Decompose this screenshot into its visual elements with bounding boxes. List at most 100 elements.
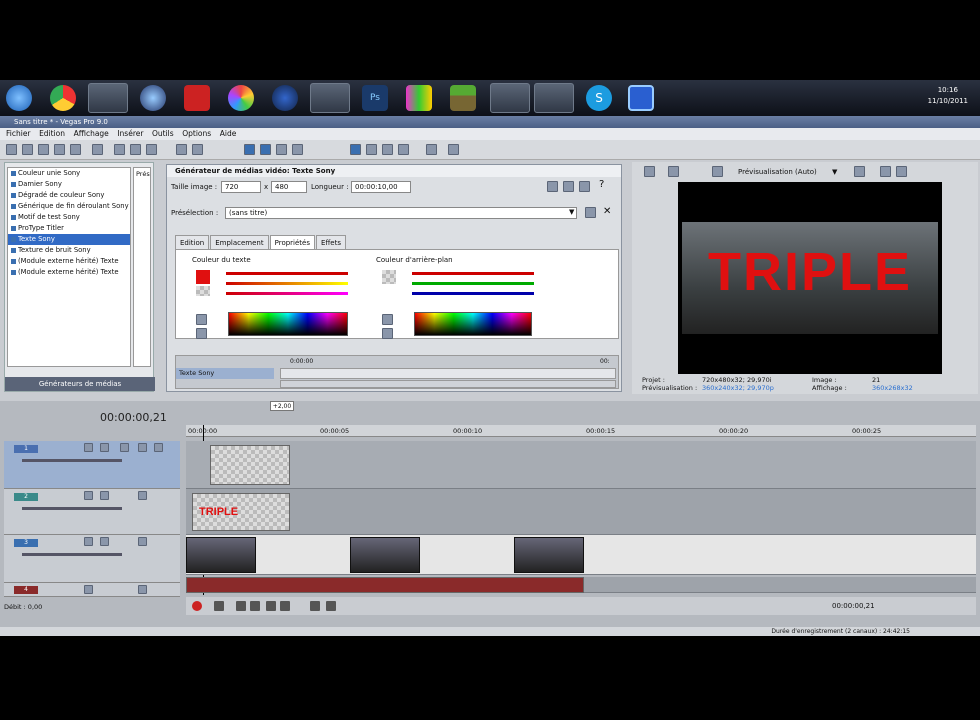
frame-height-field[interactable]: 480 — [271, 181, 307, 193]
menu-fichier[interactable]: Fichier — [6, 129, 31, 138]
zoom-tool-icon[interactable] — [292, 144, 303, 155]
opacity-slider[interactable] — [22, 507, 122, 510]
opacity-slider[interactable] — [22, 553, 122, 556]
frame-width-field[interactable]: 720 — [221, 181, 261, 193]
timeline-clip-empty[interactable] — [210, 445, 290, 485]
opacity-slider[interactable] — [22, 459, 122, 462]
fx-icon[interactable] — [138, 491, 147, 500]
mute-icon[interactable] — [84, 585, 93, 594]
mute-icon[interactable] — [84, 491, 93, 500]
system-clock[interactable]: 10:16 11/10/2011 — [928, 85, 968, 107]
text-color-swatch[interactable] — [196, 270, 210, 284]
chevron-down-icon[interactable]: ▼ — [832, 168, 837, 176]
start-orb-icon[interactable] — [6, 85, 32, 111]
fx-icon[interactable] — [138, 585, 147, 594]
pause-icon[interactable] — [266, 601, 276, 611]
loop-icon[interactable] — [214, 601, 224, 611]
help-icon[interactable]: ? — [599, 179, 604, 190]
menu-edition[interactable]: Edition — [39, 129, 65, 138]
folder-button[interactable] — [490, 83, 530, 113]
plugin-item-selected[interactable]: Texte Sony — [8, 234, 130, 245]
close-icon[interactable]: ✕ — [603, 206, 611, 217]
menu-outils[interactable]: Outils — [152, 129, 174, 138]
track-lane-video-3[interactable] — [186, 535, 976, 575]
render-icon[interactable] — [70, 144, 81, 155]
chrome-icon[interactable] — [50, 85, 76, 111]
minecraft-icon[interactable] — [450, 85, 476, 111]
copy-icon[interactable] — [130, 144, 141, 155]
lock-envelopes-icon[interactable] — [382, 144, 393, 155]
tetris-icon[interactable] — [406, 85, 432, 111]
play-from-start-icon[interactable] — [236, 601, 246, 611]
track-header-video-3[interactable]: 3 — [4, 535, 180, 583]
help-icon[interactable] — [448, 144, 459, 155]
network-button[interactable] — [534, 83, 574, 113]
go-end-icon[interactable] — [326, 601, 336, 611]
preview-screen[interactable]: TRIPLE — [678, 182, 942, 374]
track-header-video-1[interactable]: 1 — [4, 441, 180, 489]
split-screen-icon[interactable] — [712, 166, 723, 177]
keyframe-lane[interactable] — [280, 368, 616, 379]
firefox-icon[interactable] — [272, 85, 298, 111]
paste-icon[interactable] — [146, 144, 157, 155]
plugin-item[interactable]: ProType Titler — [8, 223, 130, 234]
eyedropper-icon[interactable] — [196, 328, 207, 339]
bg-green-slider[interactable] — [412, 282, 534, 285]
copy-snapshot-icon[interactable] — [880, 166, 891, 177]
green-slider[interactable] — [226, 282, 348, 285]
solo-icon[interactable] — [100, 537, 109, 546]
preset-select[interactable]: (sans titre) — [225, 207, 577, 219]
time-ruler[interactable]: 00:00:00 00:00:05 00:00:10 00:00:15 00:0… — [186, 425, 976, 437]
audio-clip[interactable] — [186, 577, 584, 593]
text-color-spectrum[interactable] — [228, 312, 348, 336]
tab-edition[interactable]: Edition — [175, 235, 210, 249]
video-clip-thumbnail[interactable] — [514, 537, 584, 573]
mute-icon[interactable] — [84, 537, 93, 546]
overlays-icon[interactable] — [854, 166, 865, 177]
skype-icon[interactable]: S — [586, 85, 612, 111]
redo-icon[interactable] — [192, 144, 203, 155]
generator-tool-icon[interactable] — [563, 181, 574, 192]
video-clip-thumbnail[interactable] — [186, 537, 256, 573]
bg-blue-slider[interactable] — [412, 292, 534, 295]
crossfade-icon[interactable] — [426, 144, 437, 155]
keyframe-scrollbar[interactable] — [280, 380, 616, 388]
plugin-item[interactable]: Dégradé de couleur Sony — [8, 190, 130, 201]
properties-icon[interactable] — [92, 144, 103, 155]
snap-icon[interactable] — [350, 144, 361, 155]
explorer-button[interactable] — [88, 83, 128, 113]
preview-mode-select[interactable]: Prévisualisation (Auto) — [738, 168, 817, 176]
preset-column[interactable]: Prés — [133, 167, 151, 367]
record-icon[interactable] — [184, 85, 210, 111]
bg-color-spectrum[interactable] — [414, 312, 532, 336]
fx-icon[interactable] — [138, 443, 147, 452]
blue-slider[interactable] — [226, 292, 348, 295]
external-monitor-icon[interactable] — [668, 166, 679, 177]
bg-color-swatch[interactable] — [382, 270, 396, 284]
edit-tool-icon[interactable] — [244, 144, 255, 155]
record-icon[interactable] — [192, 601, 202, 611]
timeline-clip-triple[interactable]: TRIPLE — [192, 493, 290, 531]
plugin-item[interactable]: (Module externe hérité) Texte — [8, 267, 130, 278]
new-icon[interactable] — [6, 144, 17, 155]
chevron-down-icon[interactable]: ▼ — [569, 208, 574, 216]
red-slider[interactable] — [226, 272, 348, 275]
ignore-grouping-icon[interactable] — [398, 144, 409, 155]
select-tool-icon[interactable] — [276, 144, 287, 155]
track-lane-audio-4[interactable] — [186, 577, 976, 593]
track-lane-video-2[interactable]: TRIPLE — [186, 489, 976, 535]
plugin-item[interactable]: (Module externe hérité) Texte — [8, 256, 130, 267]
track-header-video-2[interactable]: 2 — [4, 489, 180, 535]
plugin-item[interactable]: Générique de fin déroulant Sony — [8, 201, 130, 212]
play-icon[interactable] — [250, 601, 260, 611]
envelope-tool-icon[interactable] — [260, 144, 271, 155]
photoshop-icon[interactable]: Ps — [362, 85, 388, 111]
open-icon[interactable] — [22, 144, 33, 155]
generator-tool-icon[interactable] — [579, 181, 590, 192]
menu-aide[interactable]: Aide — [220, 129, 237, 138]
stop-icon[interactable] — [280, 601, 290, 611]
picasa-icon[interactable] — [228, 85, 254, 111]
fx-icon[interactable] — [138, 537, 147, 546]
menu-affichage[interactable]: Affichage — [74, 129, 109, 138]
save-snapshot-icon[interactable] — [896, 166, 907, 177]
